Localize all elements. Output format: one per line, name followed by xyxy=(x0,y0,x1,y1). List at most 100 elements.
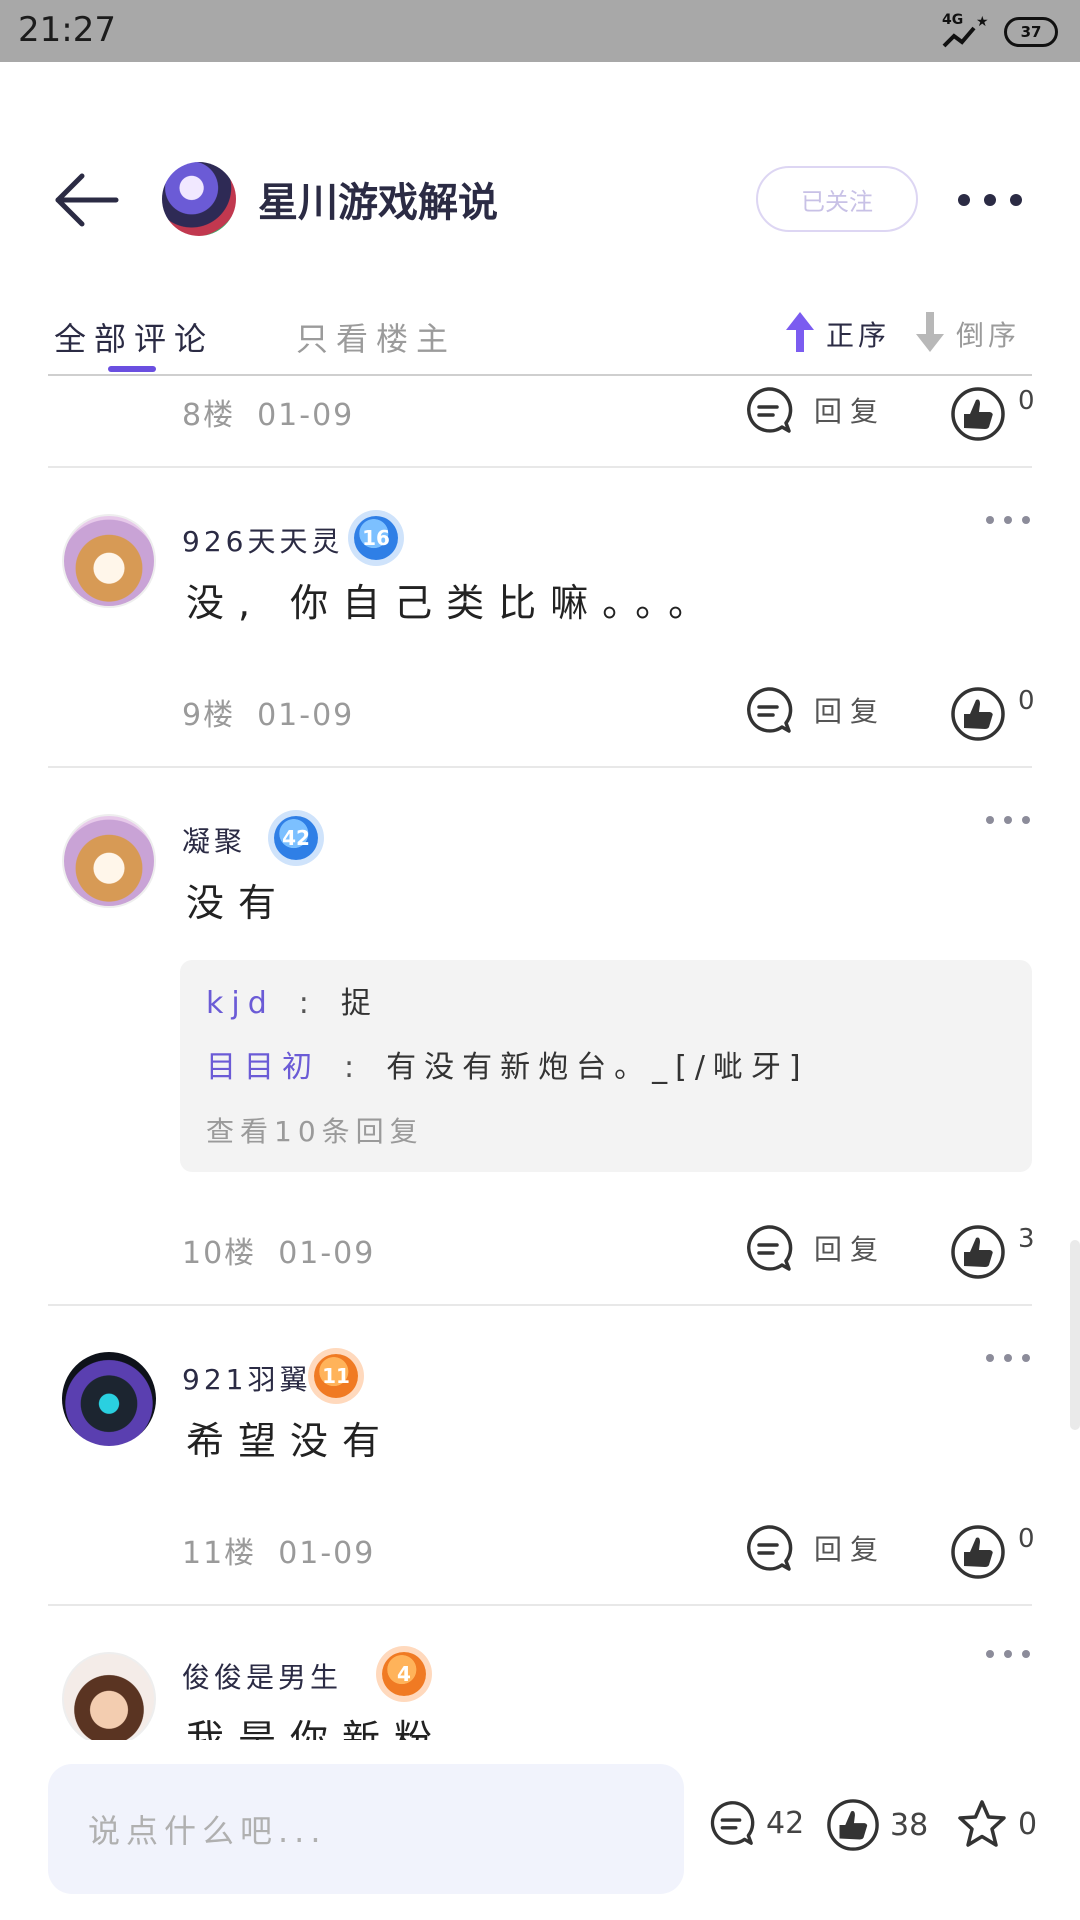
reply-button[interactable]: 回复 xyxy=(742,1222,886,1274)
comment-text: 没, 你自己类比嘛。。。 xyxy=(186,581,721,625)
comment-username[interactable]: 俊俊是男生 xyxy=(182,1656,342,1696)
comment-username[interactable]: 921羽翼 xyxy=(182,1358,311,1398)
sort-descending[interactable]: 倒序 xyxy=(914,310,1020,358)
level-badge: 16 xyxy=(354,516,398,560)
comment-tabs: 全部评论 只看楼主 正序 倒序 xyxy=(48,300,1032,376)
reply-label: 回复 xyxy=(814,395,887,428)
comment-more-icon[interactable] xyxy=(986,810,1030,830)
like-count: 0 xyxy=(1018,1524,1035,1554)
scrollbar[interactable] xyxy=(1070,1240,1080,1430)
reply-button[interactable]: 回复 xyxy=(742,384,886,436)
reply-button[interactable]: 回复 xyxy=(742,684,886,736)
back-arrow-icon[interactable] xyxy=(52,170,122,230)
comment-text: 希望没有 xyxy=(186,1419,395,1463)
like-count: 0 xyxy=(1018,686,1035,716)
thumbs-up-icon xyxy=(827,1799,879,1851)
divider xyxy=(48,766,1032,768)
floor-number: 10楼 xyxy=(182,1236,257,1271)
level-badge: 42 xyxy=(274,816,318,860)
floor-number: 8楼 xyxy=(182,398,236,433)
comment-bubble-icon xyxy=(747,1225,793,1271)
reply-label: 回复 xyxy=(814,695,887,728)
bottom-bar: 说点什么吧... 42 38 0 xyxy=(0,1740,1080,1920)
comment-input[interactable]: 说点什么吧... xyxy=(48,1764,684,1894)
comment-username[interactable]: 凝聚 xyxy=(182,820,246,860)
tab-owner-only[interactable]: 只看楼主 xyxy=(296,314,456,360)
comment-meta: 10楼 01-09 xyxy=(182,1228,375,1272)
sort-ascending[interactable]: 正序 xyxy=(784,310,890,358)
follow-button[interactable]: 已关注 xyxy=(756,166,918,232)
like-button[interactable]: 0 xyxy=(950,686,1035,742)
reply-preview-box[interactable]: kjd: 捉 目目初: 有没有新炮台。_[/呲牙] 查看10条回复 xyxy=(180,960,1032,1172)
status-icons: 4G ★ 37 xyxy=(940,12,1058,52)
arrow-up-icon xyxy=(784,310,816,358)
tab-all-comments[interactable]: 全部评论 xyxy=(54,314,214,360)
reply-preview-line: 目目初: 有没有新炮台。_[/呲牙] xyxy=(206,1042,809,1086)
floor-number: 11楼 xyxy=(182,1536,257,1571)
thumbs-up-icon xyxy=(951,1525,1005,1579)
more-dots-icon[interactable] xyxy=(958,180,1022,220)
post-header: 星川游戏解说 已关注 xyxy=(0,140,1080,260)
floor-number: 9楼 xyxy=(182,698,236,733)
comment-meta: 11楼 01-09 xyxy=(182,1528,375,1572)
star-icon xyxy=(958,1800,1006,1847)
favorite-count: 0 xyxy=(1018,1806,1038,1842)
author-name[interactable]: 星川游戏解说 xyxy=(258,170,498,228)
reply-username[interactable]: kjd xyxy=(206,986,275,1021)
signal-icon: 4G ★ xyxy=(940,12,989,52)
favorites-stat[interactable]: 0 xyxy=(956,1798,1037,1850)
sort-ascending-label: 正序 xyxy=(826,319,891,352)
likes-stat[interactable]: 38 xyxy=(826,1798,928,1852)
battery-indicator: 37 xyxy=(1004,17,1058,47)
author-avatar[interactable] xyxy=(162,162,236,236)
comment-date: 01-09 xyxy=(257,698,355,733)
sort-descending-label: 倒序 xyxy=(956,319,1021,352)
comment-bubble-icon xyxy=(747,387,793,433)
level-badge: 4 xyxy=(382,1652,426,1696)
avatar[interactable] xyxy=(62,814,156,908)
like-count: 3 xyxy=(1018,1224,1035,1254)
comment-bubble-icon xyxy=(747,1525,793,1571)
avatar[interactable] xyxy=(62,1652,156,1740)
comment-feed[interactable]: 8楼 01-09 回复 0 926天天灵 16 没, 你自己类比嘛。。。 9楼 01… xyxy=(0,378,1080,1740)
divider xyxy=(48,1604,1032,1606)
reply-preview-line: kjd: 捉 xyxy=(206,978,379,1022)
reply-label: 回复 xyxy=(814,1533,887,1566)
thumbs-up-icon xyxy=(951,1225,1005,1279)
view-all-replies-link[interactable]: 查看10条回复 xyxy=(206,1110,424,1150)
divider xyxy=(48,1304,1032,1306)
reply-label: 回复 xyxy=(814,1233,887,1266)
comment-text: 没有 xyxy=(186,881,291,925)
comment-text: 我是你新粉 xyxy=(186,1717,447,1740)
reply-button[interactable]: 回复 xyxy=(742,1522,886,1574)
comment-more-icon[interactable] xyxy=(986,1644,1030,1664)
comments-stat[interactable]: 42 xyxy=(706,1798,804,1848)
like-button[interactable]: 0 xyxy=(950,386,1035,442)
comment-more-icon[interactable] xyxy=(986,510,1030,530)
comment-date: 01-09 xyxy=(278,1536,376,1571)
arrow-down-icon xyxy=(914,310,946,358)
reply-username[interactable]: 目目初 xyxy=(206,1050,320,1085)
divider xyxy=(48,466,1032,468)
avatar[interactable] xyxy=(62,1352,156,1446)
thumbs-up-icon xyxy=(951,387,1005,441)
reply-text: 捉 xyxy=(340,986,379,1021)
comment-more-icon[interactable] xyxy=(986,1348,1030,1368)
like-total: 38 xyxy=(890,1807,929,1843)
reply-text: 有没有新炮台。_[/呲牙] xyxy=(386,1050,809,1085)
like-button[interactable]: 0 xyxy=(950,1524,1035,1580)
network-type: 4G xyxy=(942,12,964,28)
svg-text:★: ★ xyxy=(976,14,988,30)
reply-separator: : xyxy=(298,986,317,1021)
status-bar: 21:27 4G ★ 37 xyxy=(0,0,1080,62)
comment-bubble-icon xyxy=(710,1801,755,1845)
comment-count: 42 xyxy=(766,1805,805,1841)
avatar[interactable] xyxy=(62,514,156,608)
active-tab-indicator xyxy=(108,366,156,372)
like-button[interactable]: 3 xyxy=(950,1224,1035,1280)
reply-separator: : xyxy=(344,1050,363,1085)
comment-username[interactable]: 926天天灵 xyxy=(182,520,343,560)
thumbs-up-icon xyxy=(951,687,1005,741)
comment-meta: 9楼 01-09 xyxy=(182,690,354,734)
level-badge: 11 xyxy=(314,1354,358,1398)
